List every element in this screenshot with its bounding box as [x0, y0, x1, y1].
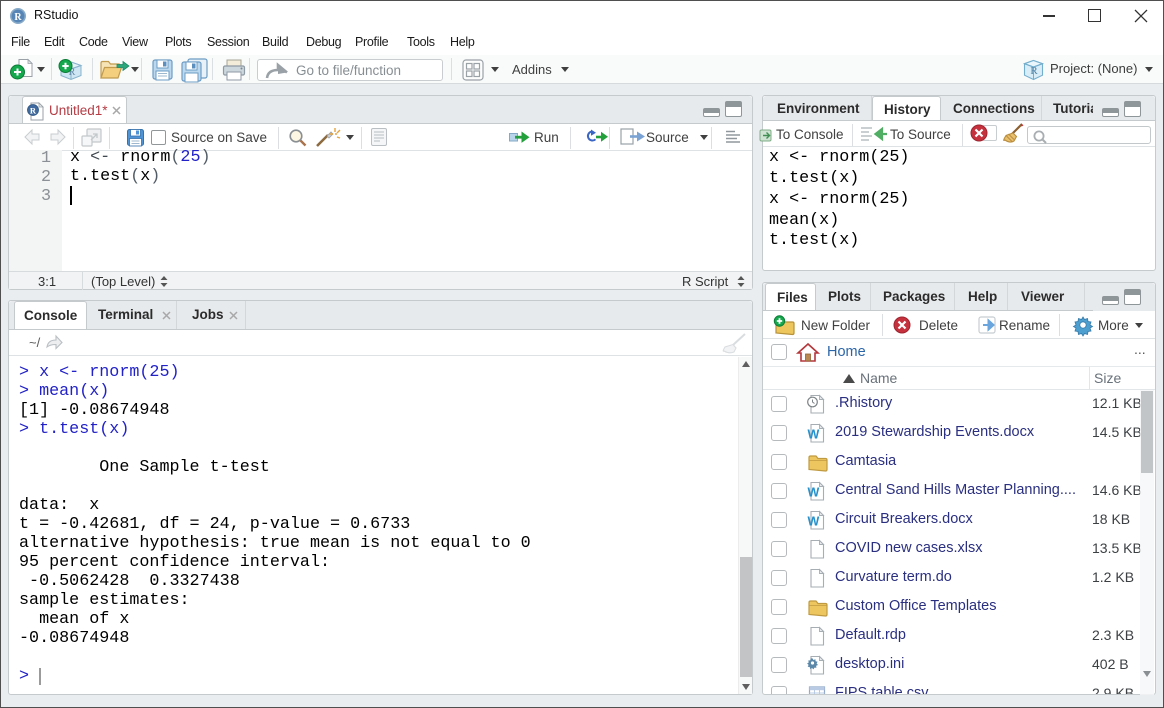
svg-text:W: W [808, 428, 820, 442]
svg-text:R: R [30, 106, 37, 116]
svg-text:W: W [808, 515, 820, 529]
svg-text:W: W [808, 486, 820, 500]
svg-text:R: R [1030, 65, 1038, 77]
svg-text:R: R [14, 12, 22, 23]
